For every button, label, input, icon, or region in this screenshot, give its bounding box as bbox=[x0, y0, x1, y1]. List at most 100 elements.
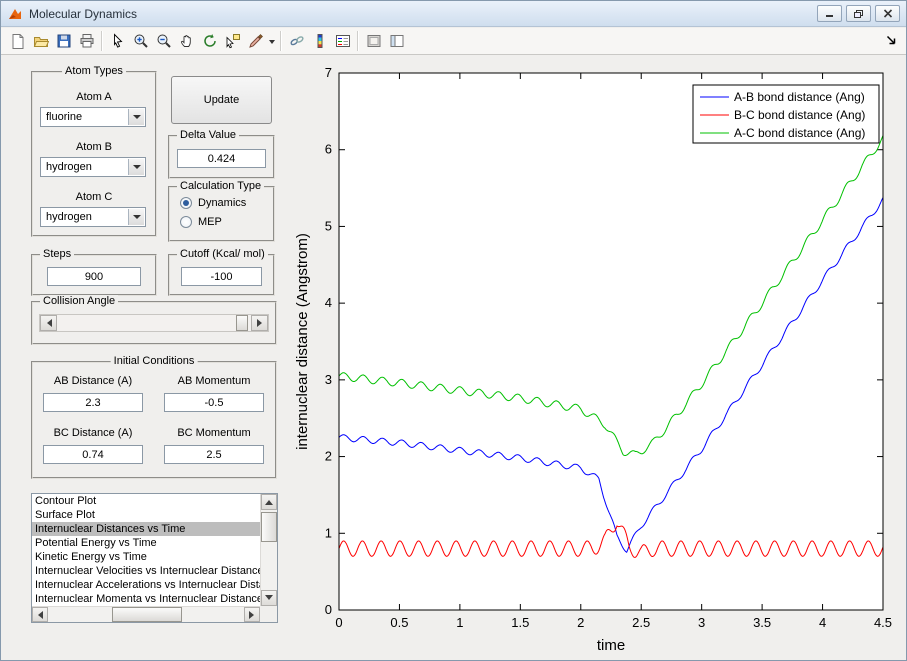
steps-field[interactable] bbox=[47, 267, 141, 286]
cutoff-panel-title: Cutoff (Kcal/ mol) bbox=[177, 248, 268, 260]
collision-angle-panel-title: Collision Angle bbox=[40, 295, 119, 307]
insert-legend-button[interactable] bbox=[331, 30, 354, 53]
svg-text:2: 2 bbox=[577, 615, 584, 630]
rotate-3d-icon bbox=[203, 34, 216, 47]
combo-dropdown-icon[interactable] bbox=[128, 159, 144, 175]
left-arrow-icon bbox=[34, 610, 43, 619]
brush-icon bbox=[248, 34, 263, 48]
minimize-button[interactable] bbox=[817, 5, 842, 22]
svg-text:3.5: 3.5 bbox=[753, 615, 771, 630]
svg-text:6: 6 bbox=[325, 142, 332, 157]
slider-thumb[interactable] bbox=[236, 315, 248, 331]
brush-data-button[interactable] bbox=[244, 30, 267, 53]
zoom-out-button[interactable] bbox=[152, 30, 175, 53]
bc-momentum-field[interactable] bbox=[164, 445, 264, 464]
close-button[interactable] bbox=[875, 5, 900, 22]
list-item[interactable]: Surface Plot bbox=[32, 508, 260, 522]
combo-dropdown-icon[interactable] bbox=[128, 109, 144, 125]
radio-mep-label: MEP bbox=[198, 216, 222, 228]
svg-text:1: 1 bbox=[456, 615, 463, 630]
pan-button[interactable] bbox=[175, 30, 198, 53]
link-plot-button[interactable] bbox=[285, 30, 308, 53]
atom-a-label: Atom A bbox=[76, 91, 112, 103]
new-figure-icon bbox=[12, 34, 23, 49]
ab-distance-field[interactable] bbox=[43, 393, 143, 412]
svg-text:0.5: 0.5 bbox=[390, 615, 408, 630]
rotate-3d-button[interactable] bbox=[198, 30, 221, 53]
scroll-up-button[interactable] bbox=[261, 494, 277, 510]
bc-distance-field[interactable] bbox=[43, 445, 143, 464]
close-icon bbox=[883, 9, 892, 18]
ab-momentum-label: AB Momentum bbox=[177, 375, 251, 387]
scrollbar-corner bbox=[260, 606, 277, 622]
atom-c-label: Atom C bbox=[75, 191, 113, 203]
delta-value-field[interactable] bbox=[177, 149, 266, 168]
edit-plot-button[interactable] bbox=[106, 30, 129, 53]
radio-dynamics-label: Dynamics bbox=[198, 197, 247, 209]
atom-a-selected-value: fluorine bbox=[46, 111, 83, 123]
svg-text:time: time bbox=[597, 637, 625, 654]
hide-plot-tools-button[interactable] bbox=[362, 30, 385, 53]
scroll-down-button[interactable] bbox=[261, 590, 277, 606]
toolbar-separator bbox=[101, 31, 103, 51]
svg-text:3: 3 bbox=[325, 372, 332, 387]
atom-c-combobox[interactable]: hydrogen bbox=[40, 207, 146, 227]
radio-option-dynamics[interactable]: Dynamics bbox=[180, 197, 246, 209]
horizontal-scroll-thumb[interactable] bbox=[112, 607, 182, 622]
vertical-scroll-thumb[interactable] bbox=[261, 512, 277, 542]
ab-distance-label: AB Distance (A) bbox=[53, 375, 133, 387]
scroll-left-button[interactable] bbox=[32, 607, 48, 622]
brush-dropdown-button[interactable] bbox=[267, 30, 277, 53]
zoom-in-button[interactable] bbox=[129, 30, 152, 53]
radio-option-mep[interactable]: MEP bbox=[180, 216, 222, 228]
new-figure-button[interactable] bbox=[6, 30, 29, 53]
listbox-vertical-scrollbar[interactable] bbox=[260, 494, 277, 606]
collision-angle-panel: Collision Angle bbox=[31, 295, 277, 345]
scroll-right-button[interactable] bbox=[244, 607, 260, 622]
svg-text:5: 5 bbox=[325, 218, 332, 233]
zoom-in-icon bbox=[134, 34, 148, 48]
print-figure-button[interactable] bbox=[75, 30, 98, 53]
figure-content: Atom Types Atom A fluorine Atom B hydrog… bbox=[1, 55, 906, 660]
insert-colorbar-button[interactable] bbox=[308, 30, 331, 53]
save-figure-button[interactable] bbox=[52, 30, 75, 53]
list-item[interactable]: Internuclear Momenta vs Internuclear Dis… bbox=[32, 592, 260, 606]
right-arrow-icon bbox=[256, 319, 266, 327]
pan-hand-icon bbox=[180, 35, 191, 47]
svg-text:4: 4 bbox=[819, 615, 826, 630]
atom-a-combobox[interactable]: fluorine bbox=[40, 107, 146, 127]
window-controls bbox=[817, 5, 900, 22]
titlebar[interactable]: Molecular Dynamics bbox=[1, 1, 906, 27]
dock-figure-icon[interactable] bbox=[885, 34, 898, 47]
maximize-icon bbox=[854, 9, 863, 18]
list-item[interactable]: Internuclear Distances vs Time bbox=[32, 522, 260, 536]
update-button[interactable]: Update bbox=[171, 76, 272, 124]
up-arrow-icon bbox=[265, 496, 273, 505]
list-item[interactable]: Internuclear Accelerations vs Internucle… bbox=[32, 578, 260, 592]
down-arrow-icon bbox=[265, 595, 273, 604]
insert-legend-icon bbox=[335, 35, 350, 47]
zoom-out-icon bbox=[157, 34, 171, 48]
data-cursor-button[interactable] bbox=[221, 30, 244, 53]
list-item[interactable]: Contour Plot bbox=[32, 494, 260, 508]
show-plot-tools-button[interactable] bbox=[385, 30, 408, 53]
left-arrow-icon bbox=[43, 319, 52, 327]
list-item[interactable]: Kinetic Energy vs Time bbox=[32, 550, 260, 564]
maximize-button[interactable] bbox=[846, 5, 871, 22]
list-item[interactable]: Potential Energy vs Time bbox=[32, 536, 260, 550]
svg-text:7: 7 bbox=[325, 65, 332, 80]
collision-angle-slider[interactable] bbox=[39, 314, 269, 332]
combo-dropdown-icon[interactable] bbox=[128, 209, 144, 225]
slider-left-arrow-button[interactable] bbox=[40, 315, 57, 331]
ab-momentum-field[interactable] bbox=[164, 393, 264, 412]
hide-plot-tools-icon bbox=[367, 35, 380, 47]
cutoff-field[interactable] bbox=[181, 267, 262, 286]
slider-right-arrow-button[interactable] bbox=[251, 315, 268, 331]
calculation-type-panel-title: Calculation Type bbox=[177, 180, 265, 192]
listbox-horizontal-scrollbar[interactable] bbox=[32, 606, 260, 622]
atom-b-combobox[interactable]: hydrogen bbox=[40, 157, 146, 177]
plot-axes[interactable]: 0 0.5 1 1.5 2 2.5 3 3.5 4 4.5 0 1 2 3 4 5 6 7 time internuc… bbox=[293, 63, 905, 659]
plot-type-list-items: Contour Plot Surface Plot Internuclear Dis… bbox=[32, 494, 260, 606]
list-item[interactable]: Internuclear Velocities vs Internuclear … bbox=[32, 564, 260, 578]
open-file-button[interactable] bbox=[29, 30, 52, 53]
